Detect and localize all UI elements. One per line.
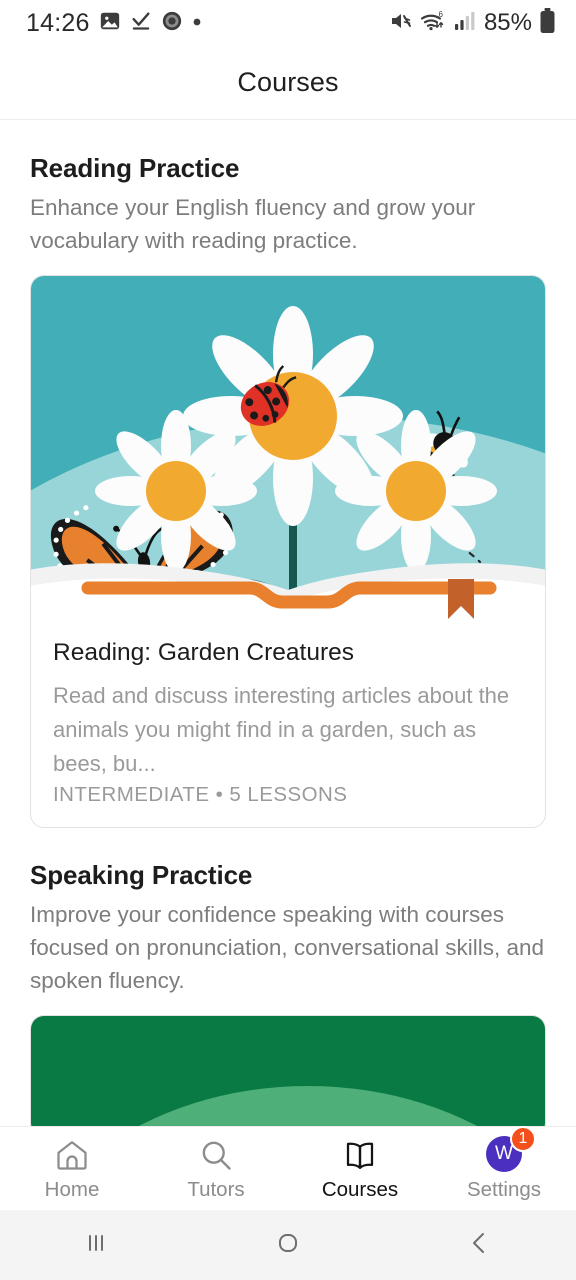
- battery-percent-label: 85%: [483, 9, 532, 36]
- photo-icon: [99, 10, 121, 37]
- nav-label: Tutors: [187, 1178, 245, 1201]
- avatar-icon: W 1: [486, 1126, 536, 1173]
- course-card-title: Reading: Garden Creatures: [53, 639, 354, 666]
- status-bar: 14:26 6 85%: [0, 0, 576, 46]
- scroll-content[interactable]: Reading Practice Enhance your English fl…: [0, 121, 576, 1126]
- recording-icon: [161, 10, 183, 37]
- nav-label: Settings: [466, 1178, 542, 1201]
- status-bar-right: 6 85%: [389, 7, 556, 39]
- mute-icon: [389, 9, 413, 38]
- wifi-icon: 6: [420, 9, 446, 38]
- section-reading-practice: Reading Practice Enhance your English fl…: [0, 153, 576, 257]
- back-button[interactable]: [384, 1228, 576, 1263]
- status-bar-left: 14:26: [26, 9, 202, 38]
- course-card-speaking[interactable]: [30, 1015, 546, 1126]
- course-card-illustration: [31, 1016, 545, 1126]
- status-badge: 1: [510, 1126, 536, 1152]
- garden-creatures-illustration: [31, 276, 545, 619]
- download-complete-icon: [130, 10, 152, 37]
- nav-label: Home: [44, 1178, 100, 1201]
- course-card-body: Reading: Garden Creatures Read and discu…: [31, 619, 545, 827]
- section-description: Improve your confidence speaking with co…: [30, 902, 545, 993]
- system-navigation-bar: [0, 1210, 576, 1280]
- book-icon: [342, 1135, 378, 1173]
- signal-icon: [453, 10, 475, 37]
- avatar-wrapper: W 1: [486, 1126, 536, 1173]
- course-card-meta: INTERMEDIATE • 5 LESSONS: [53, 783, 348, 806]
- recents-button[interactable]: [0, 1228, 192, 1263]
- app-header: Courses: [0, 46, 576, 120]
- nav-item-courses[interactable]: Courses: [288, 1127, 432, 1210]
- page-title: Courses: [237, 67, 339, 97]
- dot-icon: [192, 14, 202, 32]
- nav-label: Courses: [321, 1178, 399, 1201]
- home-button[interactable]: [192, 1228, 384, 1263]
- svg-text:6: 6: [438, 10, 443, 19]
- battery-icon: [539, 7, 556, 39]
- section-title: Reading Practice: [30, 153, 240, 183]
- bottom-navigation: Home Tutors Courses W 1 Settings: [0, 1126, 576, 1210]
- nav-item-home[interactable]: Home: [0, 1127, 144, 1210]
- back-chevron-icon: [465, 1228, 495, 1263]
- recents-icon: [81, 1228, 111, 1263]
- section-title: Speaking Practice: [30, 860, 253, 890]
- phone-screen: 14:26 6 85% Courses Reading Practice Enh…: [0, 0, 576, 1280]
- course-card-illustration: [31, 276, 545, 619]
- nav-item-settings[interactable]: W 1 Settings: [432, 1126, 576, 1210]
- status-time: 14:26: [26, 8, 90, 37]
- course-card-description: Read and discuss interesting articles ab…: [53, 683, 510, 776]
- section-speaking-practice: Speaking Practice Improve your confidenc…: [0, 860, 576, 997]
- home-circle-icon: [273, 1228, 303, 1263]
- course-card-reading-garden-creatures[interactable]: Reading: Garden Creatures Read and discu…: [30, 275, 546, 828]
- search-icon: [198, 1135, 234, 1173]
- section-description: Enhance your English fluency and grow yo…: [30, 195, 476, 253]
- home-icon: [54, 1135, 90, 1173]
- speaking-practice-illustration: [31, 1016, 545, 1126]
- nav-item-tutors[interactable]: Tutors: [144, 1127, 288, 1210]
